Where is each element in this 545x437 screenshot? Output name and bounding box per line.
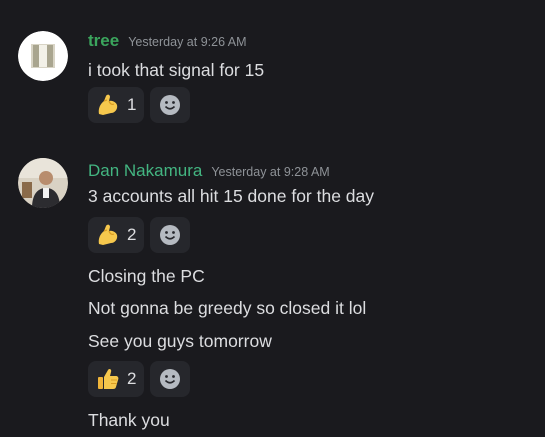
smiley-icon [160,369,181,389]
timestamp: Yesterday at 9:28 AM [211,165,330,179]
message-text: 3 accounts all hit 15 done for the day [88,186,375,206]
reaction-flexed-biceps[interactable]: 2 [88,217,145,253]
message-text: Not gonna be greedy so closed it lol [88,298,367,318]
smiley-icon [160,95,181,115]
reaction-flexed-biceps[interactable]: 1 [88,87,145,123]
reaction-count: 1 [127,95,137,114]
smiley-icon [160,225,181,245]
timestamp: Yesterday at 9:26 AM [128,35,247,49]
message-text: Thank you [88,410,170,430]
reaction-thumbs-up[interactable]: 2 [88,361,145,397]
thumbs-up-icon [98,368,119,389]
username-dan-nakamura[interactable]: Dan Nakamura [88,161,202,181]
add-reaction-button[interactable] [150,217,191,253]
add-reaction-button[interactable] [150,87,191,123]
reaction-count: 2 [127,369,137,388]
username-tree[interactable]: tree [88,31,119,51]
message-header-dan: Dan Nakamura Yesterday at 9:28 AM [88,161,330,181]
add-reaction-button[interactable] [150,361,191,397]
chat-message-list: tree Yesterday at 9:26 AM i took that si… [0,0,545,437]
flexed-biceps-icon [98,94,118,115]
reaction-bar: 2 [88,361,191,397]
message-text: See you guys tomorrow [88,331,272,351]
reaction-bar: 1 [88,87,191,123]
flexed-biceps-icon [98,224,118,245]
reaction-bar: 2 [88,217,191,253]
avatar-tree[interactable] [18,31,68,81]
reaction-count: 2 [127,225,137,244]
message-text: Closing the PC [88,266,205,286]
message-header-tree: tree Yesterday at 9:26 AM [88,31,247,51]
message-text: i took that signal for 15 [88,60,265,80]
avatar-dan-nakamura[interactable] [18,158,68,208]
